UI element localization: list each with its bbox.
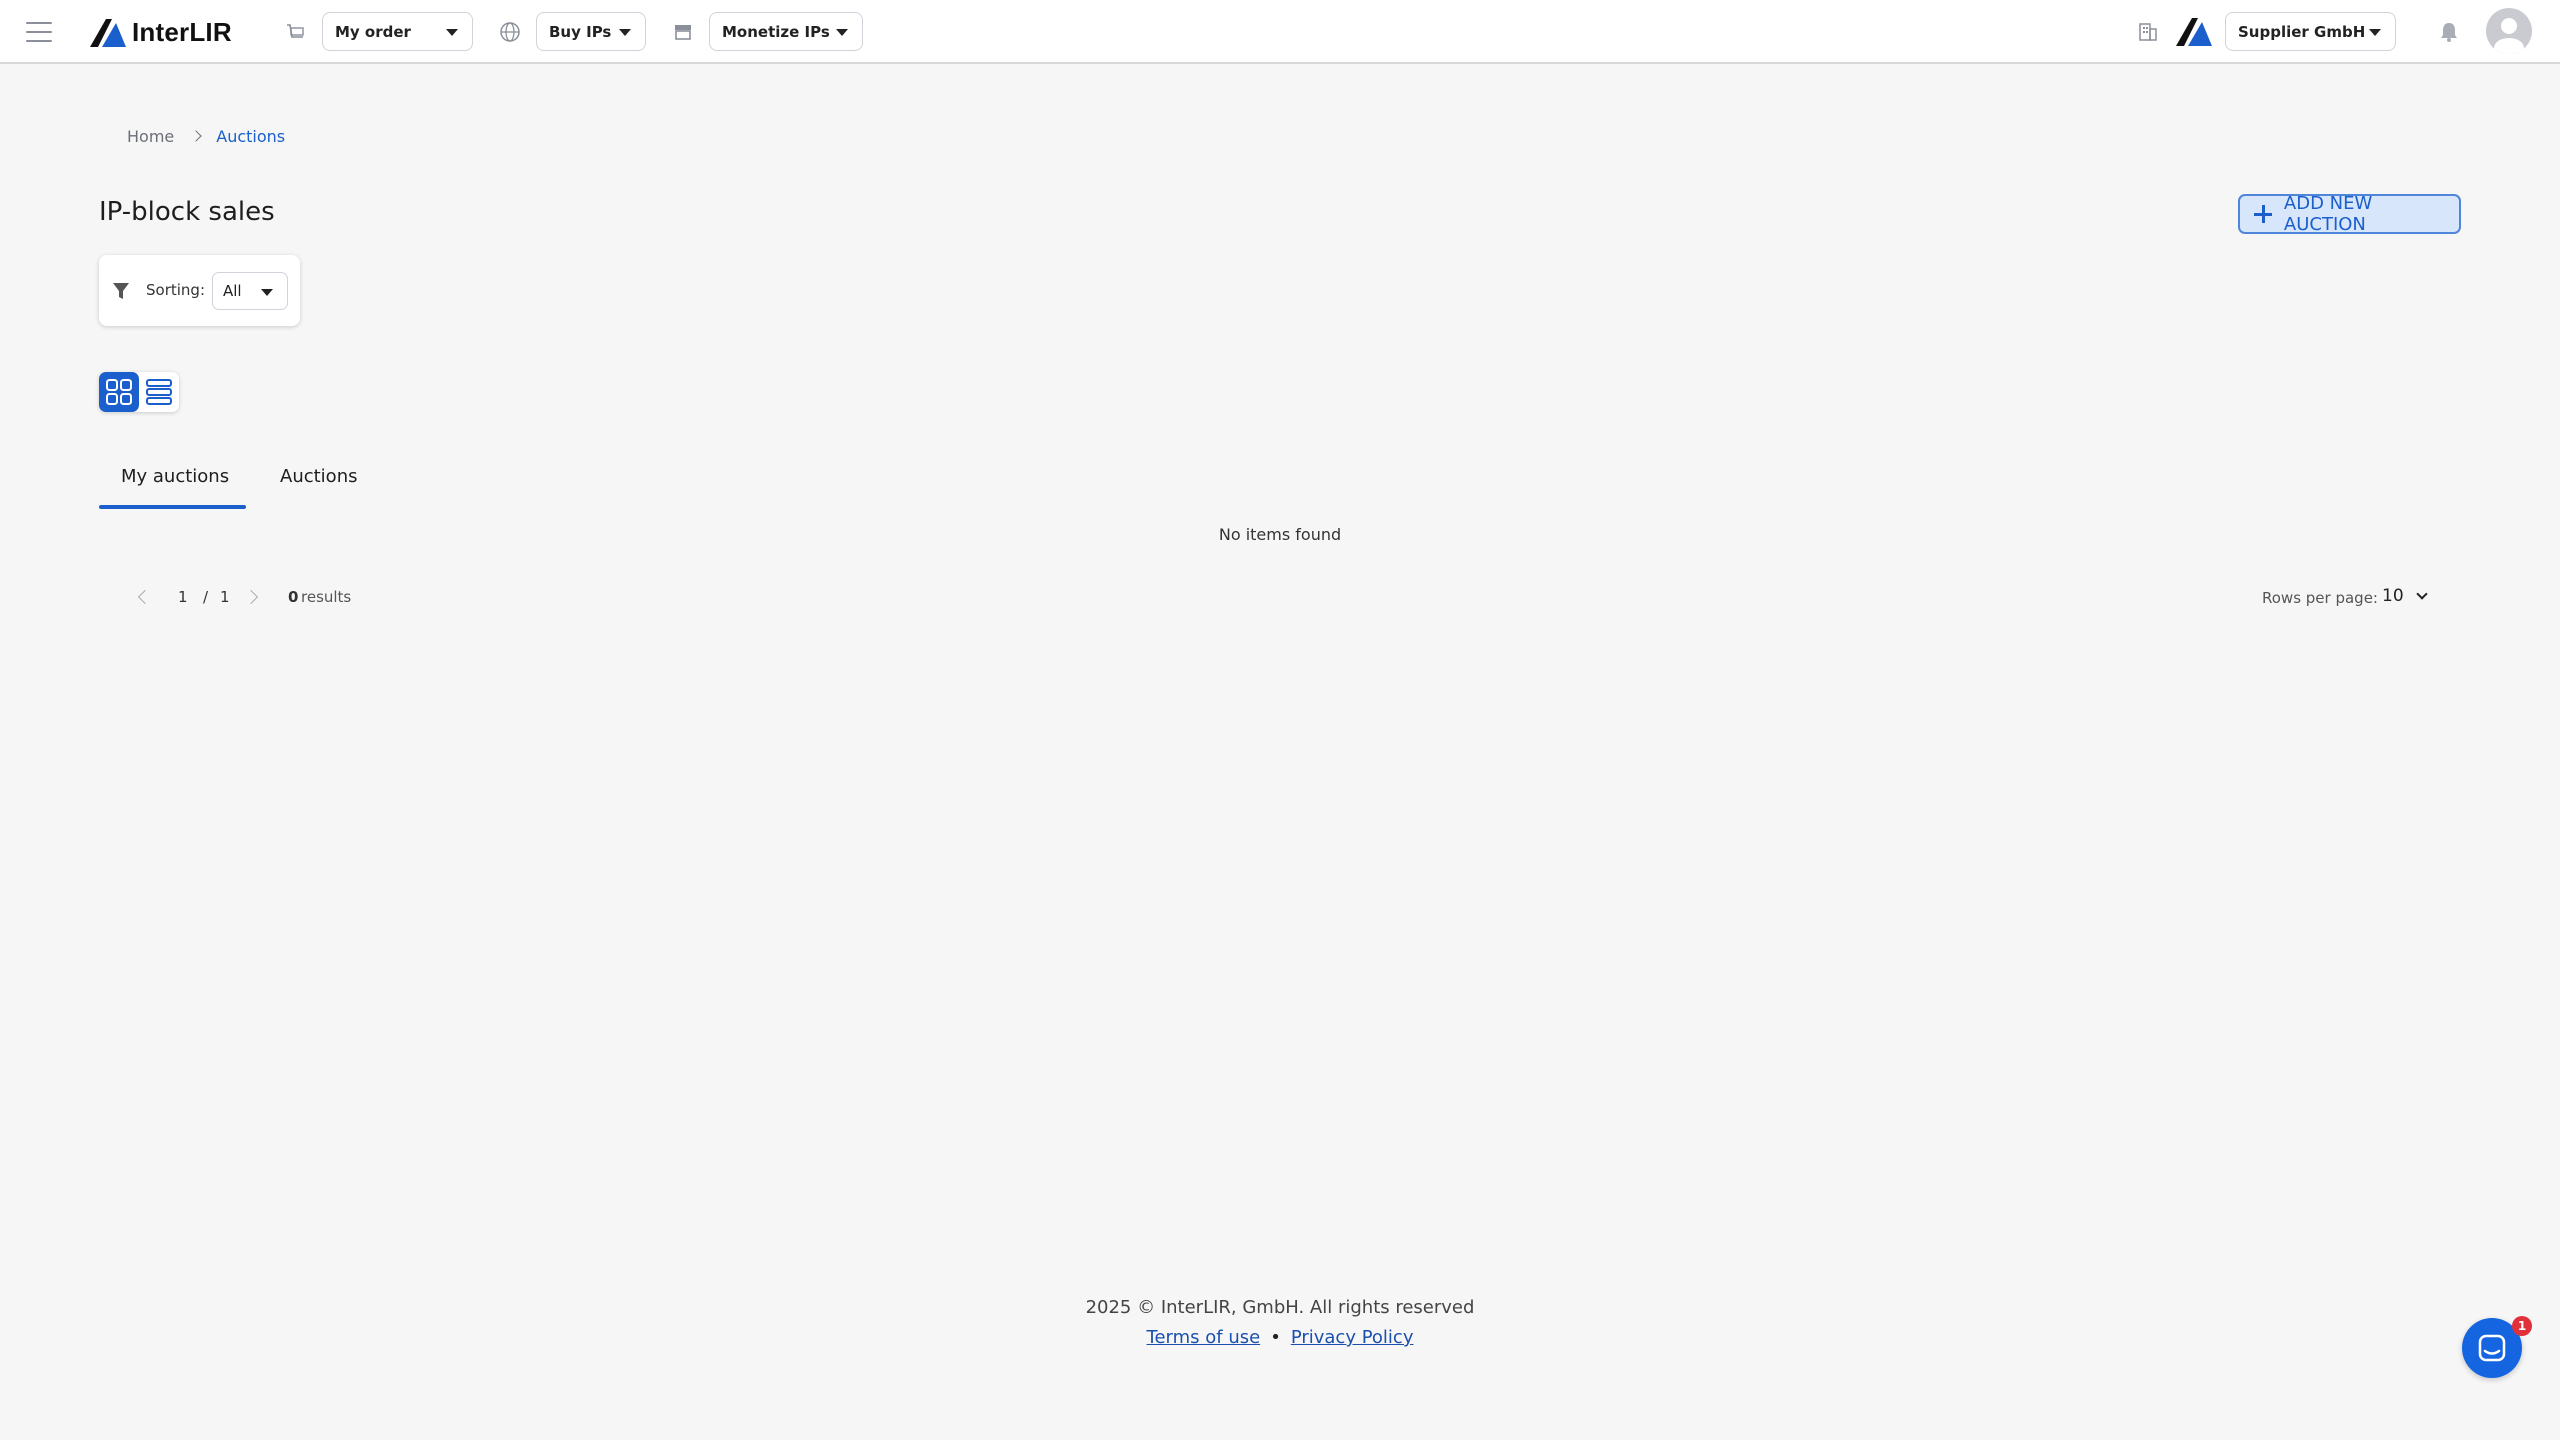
brand-logo[interactable]: InterLIR [90,14,232,50]
bell-icon[interactable] [2437,20,2461,44]
privacy-link[interactable]: Privacy Policy [1291,1327,1414,1348]
filter-panel: Sorting: All [99,255,300,326]
my-order-select[interactable]: My order [322,12,473,51]
buy-ips-select[interactable]: Buy IPs [536,12,646,51]
filter-icon [113,283,129,299]
rows-per-page-value: 10 [2382,586,2404,606]
chat-notification-badge: 1 [2512,1316,2532,1336]
list-view-button[interactable] [139,372,179,412]
list-icon [146,379,172,405]
buy-ips-label: Buy IPs [549,22,612,41]
caret-down-icon [446,29,458,36]
cart-icon [287,24,304,38]
monetize-ips-select[interactable]: Monetize IPs [709,12,863,51]
next-page-icon[interactable] [243,589,259,605]
plus-icon [2254,205,2272,223]
tab-auctions[interactable]: Auctions [280,466,357,487]
total-pages: 1 [220,588,230,606]
active-tab-indicator [99,505,246,509]
grid-icon [106,379,132,405]
chevron-down-icon [2415,588,2428,600]
breadcrumb: Home Auctions [127,125,285,147]
terms-link[interactable]: Terms of use [1147,1327,1261,1348]
company-select[interactable]: Supplier GmbH [2225,12,2396,51]
empty-state-message: No items found [1218,525,1342,544]
store-icon [675,25,691,40]
footer-links: Terms of use • Privacy Policy [0,1327,2560,1348]
breadcrumb-current: Auctions [216,126,286,146]
rows-per-page-select[interactable]: 10 [2382,586,2428,606]
add-new-auction-label: ADD NEW AUCTION [2283,193,2373,235]
rows-per-page-label: Rows per page: [2262,589,2378,607]
globe-icon [500,22,520,42]
chevron-right-icon [190,130,202,142]
sorting-value: All [223,282,242,300]
tab-my-auctions[interactable]: My auctions [121,466,229,487]
breadcrumb-home-link[interactable]: Home [127,127,174,146]
interlir-logo-icon [90,19,126,47]
results-count: 0 [288,588,299,606]
top-navbar: InterLIR My order Buy IPs Monetize IPs S… [0,0,2560,64]
brand-name: InterLIR [132,16,232,47]
footer-copyright: 2025 © InterLIR, GmbH. All rights reserv… [1085,1297,1475,1318]
building-icon [2139,23,2157,41]
caret-down-icon [619,29,631,36]
page-separator: / [203,588,209,606]
view-toggle [99,372,179,412]
my-order-label: My order [335,22,411,41]
user-icon [2494,18,2524,54]
page-title: IP-block sales [99,197,275,227]
current-page: 1 [178,588,188,606]
menu-icon[interactable] [26,22,52,42]
prev-page-icon[interactable] [137,589,153,605]
caret-down-icon [836,29,848,36]
sorting-label: Sorting: [146,281,205,299]
add-new-auction-button[interactable]: ADD NEW AUCTION [2238,193,2461,235]
company-label: Supplier GmbH [2238,22,2366,41]
company-logo-icon [2176,18,2212,46]
avatar[interactable] [2486,8,2532,54]
footer-separator: • [1270,1327,1281,1348]
results-label: results [301,588,352,606]
caret-down-icon [2369,29,2381,36]
caret-down-icon [261,289,273,296]
grid-view-button[interactable] [99,372,139,412]
monetize-ips-label: Monetize IPs [722,22,830,41]
sorting-select[interactable]: All [212,272,288,310]
